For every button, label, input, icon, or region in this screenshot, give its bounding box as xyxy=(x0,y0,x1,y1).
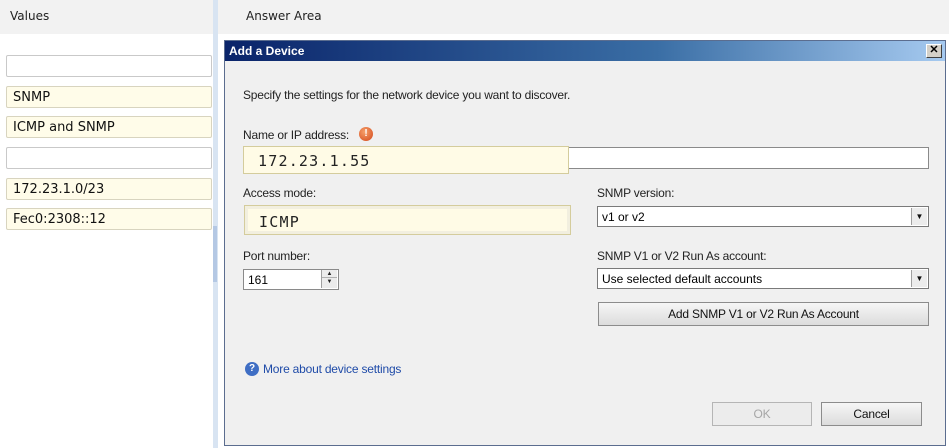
close-icon[interactable]: ✕ xyxy=(926,44,942,58)
run-as-account-label: SNMP V1 or V2 Run As account: xyxy=(597,249,767,263)
dialog-title: Add a Device xyxy=(229,44,305,58)
ok-button[interactable]: OK xyxy=(712,402,812,426)
values-title: Values xyxy=(10,9,50,23)
answer-area-header: Answer Area xyxy=(218,0,949,34)
name-ip-input[interactable] xyxy=(568,147,929,169)
snmp-version-select[interactable]: v1 or v2 ▼ xyxy=(597,206,929,227)
value-item-ipv6[interactable]: Fec0:2308::12 xyxy=(6,208,212,230)
chevron-down-icon[interactable]: ▼ xyxy=(911,208,927,225)
chevron-down-icon[interactable]: ▼ xyxy=(911,270,927,287)
spin-up-icon[interactable]: ▲ xyxy=(322,270,337,278)
more-about-device-settings-link[interactable]: More about device settings xyxy=(263,362,401,376)
dialog-titlebar: Add a Device ✕ xyxy=(225,41,945,61)
port-spinner[interactable]: ▲ ▼ xyxy=(321,270,337,288)
values-header: Values xyxy=(0,0,213,34)
answer-area-title: Answer Area xyxy=(246,9,322,23)
splitter-grip-handle[interactable] xyxy=(213,226,217,282)
cancel-button[interactable]: Cancel xyxy=(821,402,922,426)
value-item-subnet[interactable]: 172.23.1.0/23 xyxy=(6,178,212,200)
name-ip-label: Name or IP address: xyxy=(243,128,350,142)
help-icon[interactable]: ? xyxy=(245,362,259,376)
snmp-version-value: v1 or v2 xyxy=(602,210,645,224)
value-item-snmp[interactable]: SNMP xyxy=(6,86,212,108)
access-mode-label: Access mode: xyxy=(243,186,316,200)
access-mode-answer-slot[interactable]: ICMP xyxy=(244,205,571,235)
values-panel: Values SNMP ICMP and SNMP 172.23.1.0/23 … xyxy=(0,0,213,448)
add-run-as-account-button[interactable]: Add SNMP V1 or V2 Run As Account xyxy=(598,302,929,326)
snmp-version-label: SNMP version: xyxy=(597,186,675,200)
add-device-dialog: Add a Device ✕ Specify the settings for … xyxy=(224,40,946,446)
name-ip-answer-slot[interactable]: 172.23.1.55 xyxy=(243,146,569,174)
value-item-icmp-and-snmp[interactable]: ICMP and SNMP xyxy=(6,116,212,138)
panel-splitter[interactable] xyxy=(213,0,218,448)
exclamation-icon: ! xyxy=(359,127,373,141)
spin-down-icon[interactable]: ▼ xyxy=(322,278,337,286)
port-number-value: 161 xyxy=(248,273,269,287)
run-as-account-select[interactable]: Use selected default accounts ▼ xyxy=(597,268,929,289)
port-number-label: Port number: xyxy=(243,249,310,263)
value-item-empty-2[interactable] xyxy=(6,147,212,169)
value-item-empty-1[interactable] xyxy=(6,55,212,77)
run-as-account-value: Use selected default accounts xyxy=(602,272,763,286)
dialog-intro-text: Specify the settings for the network dev… xyxy=(243,88,571,102)
